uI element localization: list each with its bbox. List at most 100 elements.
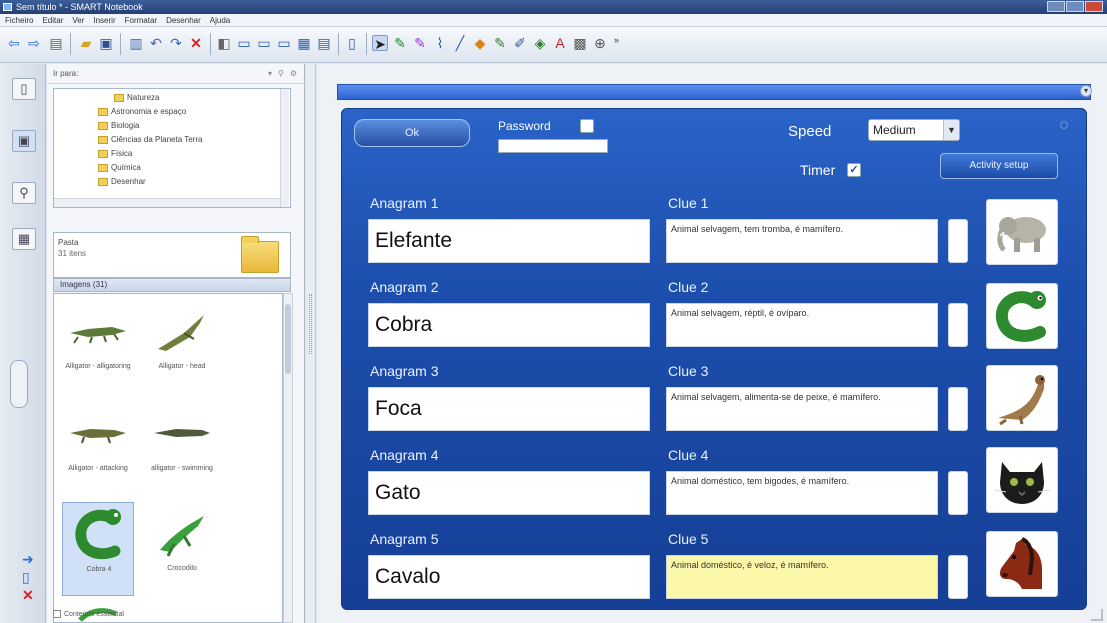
- arrow-right-icon[interactable]: ➜: [22, 552, 34, 566]
- snake-picture[interactable]: [986, 283, 1058, 349]
- scroll-thumb[interactable]: [285, 304, 291, 374]
- text-icon[interactable]: A: [552, 35, 568, 51]
- forward-icon[interactable]: ⇨: [26, 35, 42, 51]
- fill-icon[interactable]: ◈: [532, 35, 548, 51]
- password-input[interactable]: [498, 139, 608, 153]
- menu-file[interactable]: Ficheiro: [5, 14, 33, 26]
- toolbar-more[interactable]: »: [614, 35, 619, 45]
- anagram-answer-input[interactable]: Cavalo: [368, 555, 650, 599]
- thumbnails-scrollbar[interactable]: [283, 293, 293, 623]
- gallery-thumb[interactable]: Alligator - alligatoring: [62, 300, 134, 394]
- chevron-down-icon[interactable]: ▼: [943, 120, 959, 140]
- table-icon[interactable]: ▦: [296, 35, 312, 51]
- move-toolbar-icon[interactable]: ⊕: [592, 35, 608, 51]
- properties-icon[interactable]: ▩: [572, 35, 588, 51]
- menu-edit[interactable]: Editar: [42, 14, 63, 26]
- ok-button[interactable]: Ok: [354, 119, 470, 147]
- gallery-thumb[interactable]: alligator - swimming: [146, 402, 218, 496]
- gallery-tab-icon[interactable]: ▣: [12, 130, 36, 152]
- shapes-icon[interactable]: ◆: [472, 35, 488, 51]
- anagram-answer-input[interactable]: Foca: [368, 387, 650, 431]
- cat-picture[interactable]: [986, 447, 1058, 513]
- save-icon[interactable]: ▣: [98, 35, 114, 51]
- seal-picture[interactable]: [986, 365, 1058, 431]
- attachments-tab-icon[interactable]: ⚲: [12, 182, 36, 204]
- menu-insert[interactable]: Inserir: [93, 14, 115, 26]
- menu-view[interactable]: Ver: [72, 14, 84, 26]
- add-page-icon[interactable]: ▤: [48, 35, 64, 51]
- activity-setup-button[interactable]: Activity setup: [940, 153, 1058, 179]
- paste-icon[interactable]: ▥: [128, 35, 144, 51]
- eraser-icon[interactable]: ⌇: [432, 35, 448, 51]
- screen-shade-icon[interactable]: ◧: [216, 35, 232, 51]
- tree-item-desenhar[interactable]: Desenhar: [98, 177, 146, 186]
- anagram-answer-input[interactable]: Gato: [368, 471, 650, 515]
- clue-input[interactable]: Animal selvagem, alimenta-se de peixe, é…: [666, 387, 938, 431]
- redo-icon[interactable]: ↷: [168, 35, 184, 51]
- display-icon[interactable]: ▭: [276, 35, 292, 51]
- panel-resize-handle[interactable]: [10, 360, 28, 408]
- clue-input[interactable]: Animal doméstico, tem bigodes, é mamífer…: [666, 471, 938, 515]
- tree-item-astronomia[interactable]: Astronomia e espaço: [98, 107, 186, 116]
- speed-select[interactable]: Medium ▼: [868, 119, 960, 141]
- answer-slot[interactable]: [948, 219, 968, 263]
- tree-item-quimica[interactable]: Química: [98, 163, 141, 172]
- tree-item-ciencias[interactable]: Ciências da Planeta Terra: [98, 135, 202, 144]
- line-icon[interactable]: ╱: [452, 35, 468, 51]
- pen-icon[interactable]: ✎: [392, 35, 408, 51]
- answer-slot[interactable]: [948, 471, 968, 515]
- timer-checkbox[interactable]: ✓: [847, 163, 861, 177]
- resize-corner-icon[interactable]: [1091, 609, 1103, 621]
- elephant-picture[interactable]: [986, 199, 1058, 265]
- horse-picture[interactable]: [986, 531, 1058, 597]
- open-file-icon[interactable]: ▰: [78, 35, 94, 51]
- menu-draw[interactable]: Desenhar: [166, 14, 201, 26]
- anagram-answer-input[interactable]: Elefante: [368, 219, 650, 263]
- capture-icon[interactable]: ▤: [316, 35, 332, 51]
- info-icon[interactable]: [1060, 121, 1068, 129]
- back-icon[interactable]: ⇦: [6, 35, 22, 51]
- gallery-thumb[interactable]: Alligator - attacking: [62, 402, 134, 496]
- search-icon[interactable]: ⚲: [278, 69, 284, 78]
- delete-icon[interactable]: ✕: [188, 35, 204, 51]
- minimize-button[interactable]: [1047, 1, 1065, 12]
- document-camera-icon[interactable]: ▯: [344, 35, 360, 51]
- images-section-header[interactable]: Imagens (31): [53, 278, 291, 292]
- close-window-button[interactable]: [1085, 1, 1103, 12]
- answer-slot[interactable]: [948, 555, 968, 599]
- menu-help[interactable]: Ajuda: [210, 14, 230, 26]
- gallery-thumb[interactable]: Alligator - head: [146, 300, 218, 394]
- clue-input[interactable]: Animal selvagem, tem tromba, é mamífero.: [666, 219, 938, 263]
- shape-recognition-icon[interactable]: ✐: [512, 35, 528, 51]
- maximize-button[interactable]: [1066, 1, 1084, 12]
- magic-pen-icon[interactable]: ✎: [492, 35, 508, 51]
- options-icon[interactable]: ⚙: [290, 69, 297, 78]
- menu-format[interactable]: Formatar: [125, 14, 157, 26]
- page-icon[interactable]: ▯: [22, 570, 30, 584]
- gallery-thumb[interactable]: Crocodilo: [146, 502, 218, 596]
- tree-scrollbar[interactable]: [280, 89, 289, 207]
- answer-slot[interactable]: [948, 303, 968, 347]
- object-menu-icon[interactable]: ▾: [1080, 85, 1092, 97]
- properties-tab-icon[interactable]: ▦: [12, 228, 36, 250]
- password-checkbox[interactable]: [580, 119, 594, 133]
- tree-item-natureza[interactable]: Natureza: [114, 93, 159, 102]
- select-arrow-icon[interactable]: ➤: [372, 35, 388, 52]
- close-icon[interactable]: ✕: [22, 588, 34, 602]
- undo-icon[interactable]: ↶: [148, 35, 164, 51]
- tree-item-biologia[interactable]: Biologia: [98, 121, 139, 130]
- dropdown-icon[interactable]: ▾: [268, 69, 272, 78]
- page-sorter-tab-icon[interactable]: ▯: [12, 78, 36, 100]
- tree-horizontal-scrollbar[interactable]: [54, 198, 280, 207]
- splitter-grip[interactable]: [309, 294, 312, 354]
- panel-splitter[interactable]: [306, 64, 316, 623]
- clue-input-highlighted[interactable]: Animal doméstico, é veloz, é mamífero.: [666, 555, 938, 599]
- anagram-answer-input[interactable]: Cobra: [368, 303, 650, 347]
- clue-input[interactable]: Animal selvagem, réptil, é ovíparo.: [666, 303, 938, 347]
- creative-pen-icon[interactable]: ✎: [412, 35, 428, 51]
- gallery-thumb-selected[interactable]: Cobra 4: [62, 502, 134, 596]
- tree-item-fisica[interactable]: Física: [98, 149, 132, 158]
- dual-page-icon[interactable]: ▭: [256, 35, 272, 51]
- full-screen-icon[interactable]: ▭: [236, 35, 252, 51]
- answer-slot[interactable]: [948, 387, 968, 431]
